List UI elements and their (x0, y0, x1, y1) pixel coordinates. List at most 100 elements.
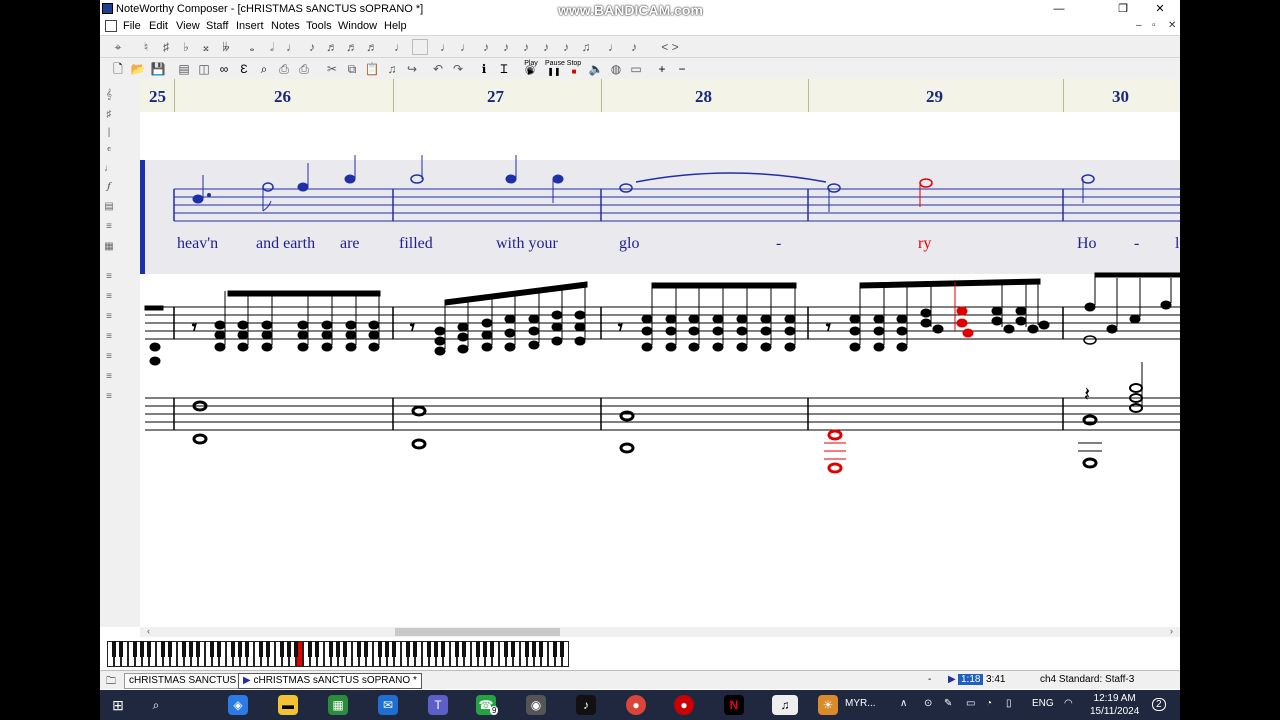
stem-up-icon[interactable]: ♩ (606, 39, 622, 55)
search-icon[interactable]: ⌕ (146, 695, 166, 715)
piano-black-key[interactable] (385, 641, 389, 657)
eighth-note-icon[interactable]: ♪ (304, 39, 320, 55)
piano-black-key[interactable] (189, 641, 193, 657)
instrument-icon[interactable]: ▤ (102, 201, 116, 213)
beam-icon[interactable]: ♫ (578, 39, 594, 55)
piano-black-key[interactable] (238, 641, 242, 657)
zoom-in-icon[interactable]: + (654, 61, 670, 77)
pause-button[interactable]: Pause ❚❚ (545, 60, 565, 78)
piano-black-key[interactable] (112, 641, 116, 657)
piano-black-key[interactable] (343, 641, 347, 657)
piano-black-key[interactable] (532, 641, 536, 657)
doc-restore-button[interactable]: ▫ (1152, 20, 1156, 31)
clock[interactable]: 12:19 AM 15/11/2024 (1090, 692, 1139, 718)
paste-notes-icon[interactable]: ♫ (384, 61, 400, 77)
piano-black-key[interactable] (476, 641, 480, 657)
menu-tools[interactable]: Tools (306, 20, 332, 32)
undo-icon[interactable]: ↶ (430, 61, 446, 77)
menu-view[interactable]: View (176, 20, 200, 32)
list-icon-2[interactable]: ≡ (102, 291, 116, 303)
scroll-left-icon[interactable]: ‹ (147, 626, 150, 636)
menu-edit[interactable]: Edit (149, 20, 168, 32)
redo-icon[interactable]: ↷ (450, 61, 466, 77)
folder-icon[interactable]: 🗀 (106, 674, 116, 690)
piano-black-key[interactable] (504, 641, 508, 657)
sharp-icon[interactable]: ♯ (158, 39, 174, 55)
piano-black-key[interactable] (140, 641, 144, 657)
camera-icon[interactable]: ◉ (526, 695, 546, 715)
copilot-icon[interactable]: ◈ (228, 695, 248, 715)
bar-line-icon[interactable]: | (102, 127, 116, 139)
piano-black-key[interactable] (147, 641, 151, 657)
scroll-right-icon[interactable]: › (1170, 626, 1173, 636)
stem-down-icon[interactable]: ♪ (626, 39, 642, 55)
weather-icon[interactable]: ☀ (818, 695, 838, 715)
info-icon[interactable]: ℹ (476, 61, 492, 77)
list-icon-3[interactable]: ≡ (102, 311, 116, 323)
paste-icon[interactable]: 📋 (364, 61, 380, 77)
half-note-icon[interactable]: 𝅗𝅥 (264, 39, 280, 55)
page-setup-icon[interactable]: ▤ (176, 61, 192, 77)
piano-black-key[interactable] (525, 641, 529, 657)
piano-black-key[interactable] (168, 641, 172, 657)
piano-black-key[interactable] (266, 641, 270, 657)
noteworthy-taskbar-icon[interactable]: ♫ (772, 695, 798, 715)
menu-file[interactable]: File (123, 20, 141, 32)
midi-icon[interactable]: ◍ (608, 61, 624, 77)
print-icon[interactable]: ⎙ (296, 61, 312, 77)
piano-black-key[interactable] (231, 641, 235, 657)
scroll-thumb[interactable] (395, 628, 560, 636)
list-icon-6[interactable]: ≡ (102, 371, 116, 383)
piano-black-key[interactable] (119, 641, 123, 657)
piano-black-key[interactable] (553, 641, 557, 657)
store-icon[interactable]: ▦ (328, 695, 348, 715)
speaker-icon[interactable]: 🔈 (588, 61, 604, 77)
piano-black-key[interactable] (329, 641, 333, 657)
piano-black-key[interactable] (287, 641, 291, 657)
piano-black-key[interactable] (182, 641, 186, 657)
piano-black-key[interactable] (217, 641, 221, 657)
piano-black-key[interactable] (413, 641, 417, 657)
slur-icon[interactable]: ♪ (518, 39, 534, 55)
dotted-note-icon[interactable]: ♩ (392, 39, 408, 55)
tray-display-icon[interactable]: ▭ (966, 698, 975, 709)
sixty-fourth-note-icon[interactable]: ♬ (364, 39, 380, 55)
flat-icon[interactable]: ♭ (178, 39, 194, 55)
tie-icon[interactable]: ♪ (498, 39, 514, 55)
minimize-button[interactable]: — (1044, 1, 1074, 17)
natural-icon[interactable]: ♮ (138, 39, 154, 55)
thirty-second-note-icon[interactable]: ♬ (344, 39, 360, 55)
rest-toggle-icon[interactable] (412, 39, 428, 55)
piano-black-key[interactable] (364, 641, 368, 657)
file-explorer-icon[interactable]: ▬ (278, 695, 298, 715)
tenuto-icon[interactable]: ♩ (458, 39, 474, 55)
tab-christmas-sanctus-soprano[interactable]: ▶ cHRISTMAS sANCTUS sOPRANO * (238, 673, 422, 689)
tray-pen-icon[interactable]: ✎ (944, 698, 952, 709)
menu-help[interactable]: Help (384, 20, 407, 32)
piano-black-key[interactable] (357, 641, 361, 657)
text-icon[interactable]: ≡ (102, 221, 116, 233)
teams-icon[interactable]: T (428, 695, 448, 715)
double-flat-icon[interactable]: 𝄫 (218, 39, 234, 55)
piano-black-key[interactable] (245, 641, 249, 657)
clef-icon[interactable]: 𝄞 (102, 89, 116, 101)
sixteenth-note-icon[interactable]: ♬ (324, 39, 340, 55)
piano-black-key[interactable] (434, 641, 438, 657)
accent-icon[interactable]: ♪ (478, 39, 494, 55)
piano-black-key[interactable] (133, 641, 137, 657)
grid-icon[interactable]: ▦ (102, 241, 116, 253)
stop-button[interactable]: Stop ■ (565, 60, 583, 78)
play-button[interactable]: Play ▶ (523, 60, 539, 78)
print-preview-icon[interactable]: ⎙ (276, 61, 292, 77)
whole-note-icon[interactable]: 𝅝 (244, 39, 260, 55)
piano-black-key[interactable] (511, 641, 515, 657)
cut-icon[interactable]: ✂ (324, 61, 340, 77)
grace-note-icon[interactable]: ♪ (558, 39, 574, 55)
piano-black-key[interactable] (462, 641, 466, 657)
quarter-note-icon[interactable]: ♩ (284, 39, 300, 55)
tray-app-icon[interactable]: ⊙ (924, 698, 932, 709)
netflix-icon[interactable]: N (724, 695, 744, 715)
piano-black-key[interactable] (378, 641, 382, 657)
select-tool-icon[interactable]: ⌖ (110, 39, 126, 55)
document-icon[interactable] (105, 20, 117, 32)
